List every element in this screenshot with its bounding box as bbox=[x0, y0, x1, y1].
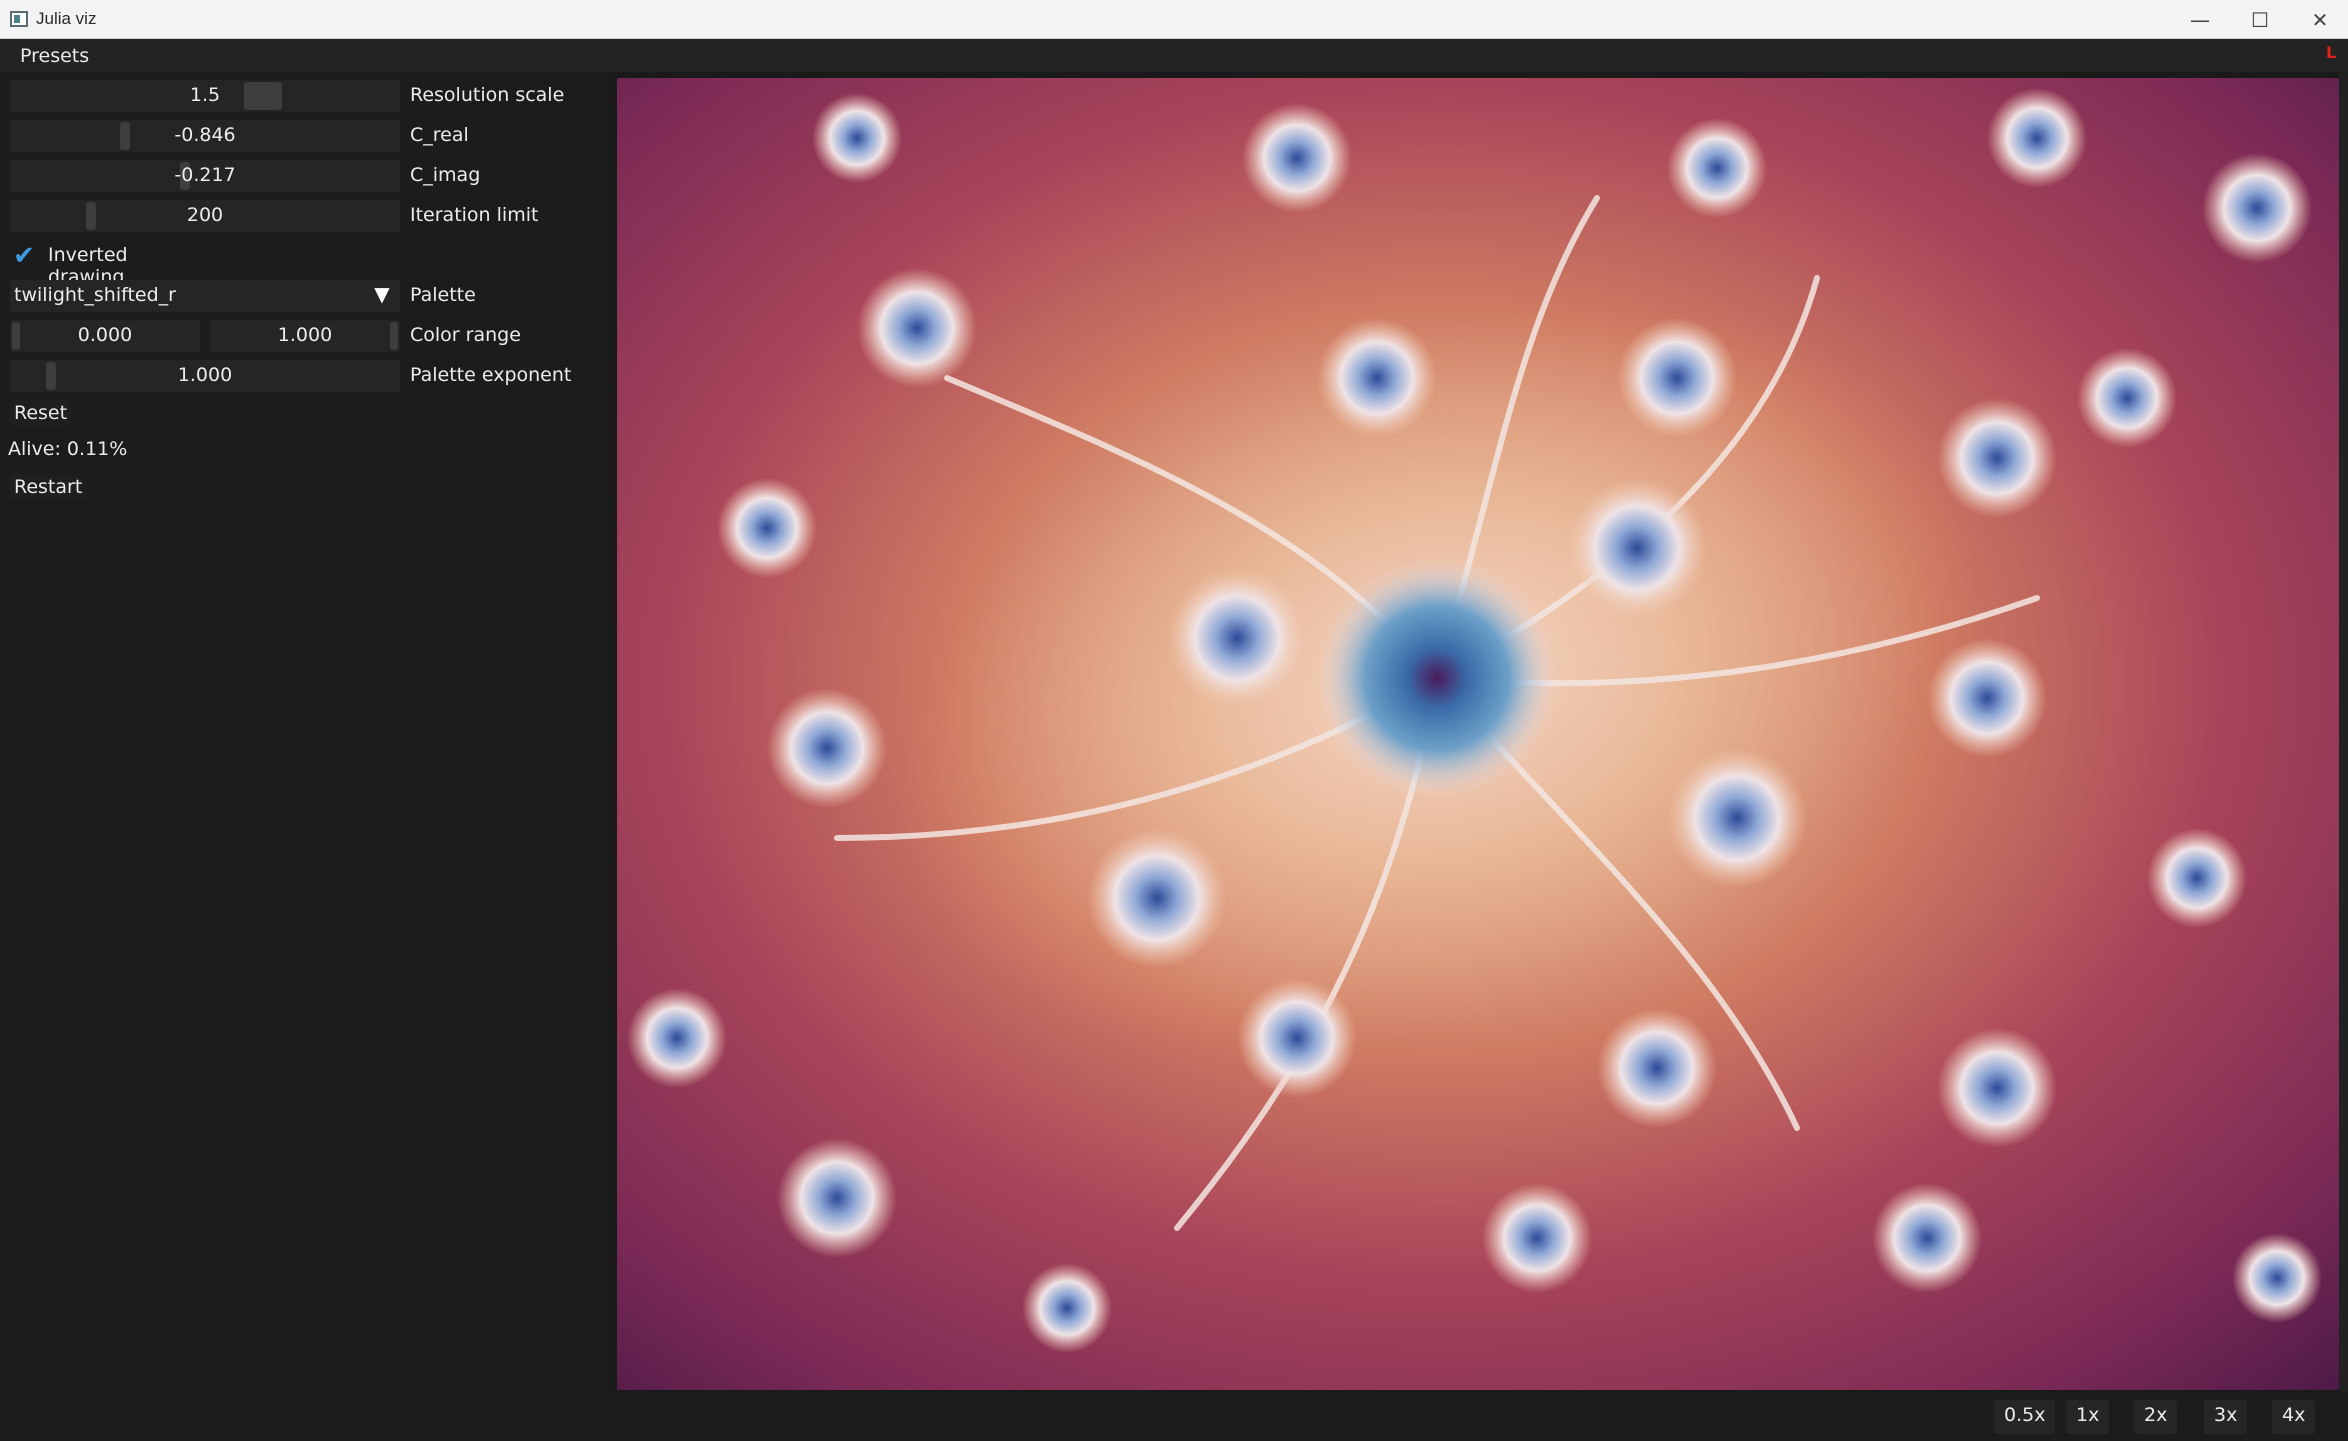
menu-presets[interactable]: Presets bbox=[12, 43, 97, 69]
c-imag-label: C_imag bbox=[410, 164, 481, 186]
zoom-bar: 0.5x 1x 2x 3x 4x bbox=[610, 1392, 2348, 1441]
c-real-slider[interactable]: -0.846 bbox=[10, 120, 400, 152]
zoom-4x-button[interactable]: 4x bbox=[2272, 1400, 2316, 1434]
color-range-max-value: 1.000 bbox=[277, 324, 333, 346]
iteration-limit-label: Iteration limit bbox=[410, 204, 539, 226]
window-title: Julia viz bbox=[36, 9, 97, 28]
c-real-value: -0.846 bbox=[174, 124, 236, 146]
c-real-label: C_real bbox=[410, 124, 469, 146]
palette-exponent-value: 1.000 bbox=[177, 364, 233, 386]
alive-status: Alive: 0.11% bbox=[8, 438, 128, 460]
minimize-button[interactable]: — bbox=[2166, 0, 2234, 39]
julia-set-image bbox=[617, 78, 2339, 1390]
debug-indicator: L bbox=[2326, 43, 2337, 62]
palette-exponent-label: Palette exponent bbox=[410, 364, 572, 386]
control-panel: 1.5 Resolution scale -0.846 C_real -0.21… bbox=[0, 72, 610, 1441]
color-range-max-slider[interactable]: 1.000 bbox=[210, 320, 400, 352]
close-button[interactable]: ✕ bbox=[2286, 0, 2348, 39]
zoom-0-5x-button[interactable]: 0.5x bbox=[1994, 1400, 2056, 1434]
resolution-scale-label: Resolution scale bbox=[410, 84, 565, 106]
reset-button[interactable]: Reset bbox=[10, 400, 72, 426]
fractal-canvas[interactable] bbox=[617, 78, 2339, 1390]
c-imag-slider[interactable]: -0.217 bbox=[10, 160, 400, 192]
iteration-limit-slider[interactable]: 200 bbox=[10, 200, 400, 232]
window-title-bar: Julia viz — ☐ ✕ bbox=[0, 0, 2348, 39]
zoom-2x-button[interactable]: 2x bbox=[2134, 1400, 2178, 1434]
iteration-limit-value: 200 bbox=[186, 204, 224, 226]
color-range-min-slider[interactable]: 0.000 bbox=[10, 320, 200, 352]
c-imag-value: -0.217 bbox=[174, 164, 236, 186]
color-range-min-value: 0.000 bbox=[77, 324, 133, 346]
chevron-down-icon[interactable]: ▼ bbox=[368, 282, 396, 310]
resolution-scale-value: 1.5 bbox=[189, 84, 221, 106]
palette-label: Palette bbox=[410, 284, 476, 306]
inverted-drawing-checkbox[interactable]: ✔ bbox=[10, 241, 38, 271]
zoom-1x-button[interactable]: 1x bbox=[2066, 1400, 2110, 1434]
app-icon bbox=[10, 11, 28, 27]
palette-exponent-slider[interactable]: 1.000 bbox=[10, 360, 400, 392]
resolution-scale-slider[interactable]: 1.5 bbox=[10, 80, 400, 112]
restart-button[interactable]: Restart bbox=[10, 474, 87, 500]
palette-select[interactable]: twilight_shifted_r ▼ bbox=[10, 280, 400, 312]
viewport-edge bbox=[2339, 72, 2348, 1392]
palette-selected-value: twilight_shifted_r bbox=[14, 284, 176, 306]
zoom-3x-button[interactable]: 3x bbox=[2204, 1400, 2248, 1434]
maximize-button[interactable]: ☐ bbox=[2226, 0, 2294, 39]
color-range-label: Color range bbox=[410, 324, 521, 346]
menu-bar: Presets L bbox=[0, 39, 2348, 72]
